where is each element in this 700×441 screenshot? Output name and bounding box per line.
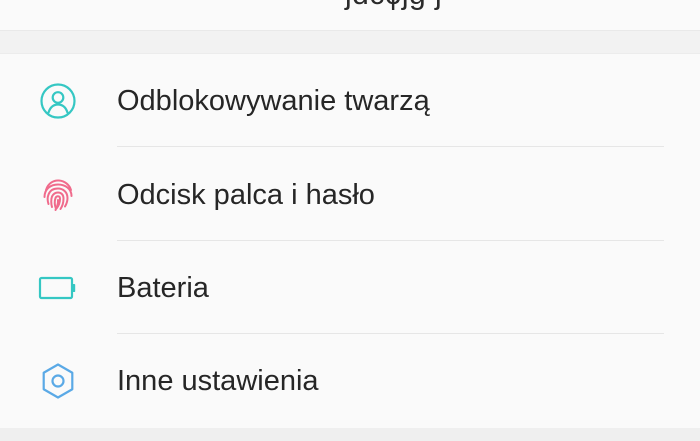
previous-section-partial: ϳɑϲɸϳɡ ϳ [0,0,700,31]
fingerprint-icon [38,175,78,215]
settings-item-face-unlock[interactable]: Odblokowywanie twarzą [0,54,700,147]
section-gap [0,31,700,53]
gear-icon [38,361,78,401]
settings-item-label: Odblokowywanie twarzą [117,85,430,117]
battery-icon [38,268,78,308]
settings-item-label: Bateria [117,272,209,304]
settings-item-label: Odcisk palca i hasło [117,179,375,211]
settings-item-label: Inne ustawienia [117,365,319,397]
partial-row-text: ϳɑϲɸϳɡ ϳ [345,0,442,12]
face-unlock-icon [38,81,78,121]
divider [117,146,664,147]
settings-item-other-settings[interactable]: Inne ustawienia [0,334,700,427]
next-section-partial [0,428,700,441]
settings-item-battery[interactable]: Bateria [0,241,700,334]
settings-item-fingerprint[interactable]: Odcisk palca i hasło [0,148,700,241]
settings-list: Odblokowywanie twarzą Odcisk palca i has… [0,53,700,429]
